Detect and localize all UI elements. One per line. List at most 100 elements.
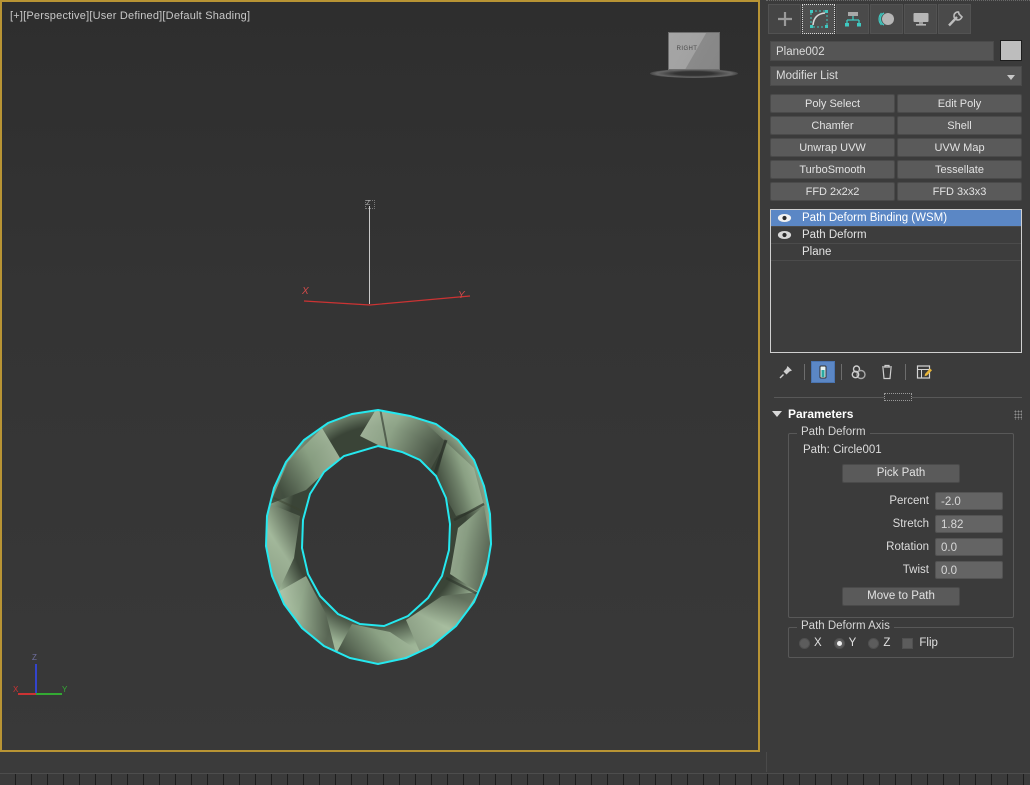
track-bar-tick[interactable] xyxy=(976,774,992,785)
track-bar-tick[interactable] xyxy=(16,774,32,785)
deformed-ring-object[interactable] xyxy=(260,406,496,668)
panel-resize-grip[interactable] xyxy=(884,393,912,401)
stretch-input[interactable]: 1.82 xyxy=(935,515,1003,533)
modifier-list-dropdown[interactable]: Modifier List xyxy=(770,66,1022,86)
eye-icon[interactable] xyxy=(771,230,798,240)
track-bar-tick[interactable] xyxy=(320,774,336,785)
axis-radio-x[interactable] xyxy=(799,637,810,649)
track-bar-tick[interactable] xyxy=(528,774,544,785)
track-bar-tick[interactable] xyxy=(960,774,976,785)
track-bar-tick[interactable] xyxy=(896,774,912,785)
track-bar-tick[interactable] xyxy=(544,774,560,785)
track-bar-tick[interactable] xyxy=(160,774,176,785)
track-bar-tick[interactable] xyxy=(368,774,384,785)
track-bar-tick[interactable] xyxy=(512,774,528,785)
modifier-button-uvw-map[interactable]: UVW Map xyxy=(897,138,1022,157)
track-bar-tick[interactable] xyxy=(112,774,128,785)
track-bar-tick[interactable] xyxy=(640,774,656,785)
object-color-swatch[interactable] xyxy=(1000,40,1022,61)
twist-input[interactable]: 0.0 xyxy=(935,561,1003,579)
track-bar-tick[interactable] xyxy=(592,774,608,785)
track-bar-tick[interactable] xyxy=(496,774,512,785)
gizmo-xy-plane[interactable] xyxy=(302,290,472,306)
track-bar-tick[interactable] xyxy=(992,774,1008,785)
track-bar-tick[interactable] xyxy=(432,774,448,785)
rotation-input[interactable]: 0.0 xyxy=(935,538,1003,556)
flip-checkbox[interactable] xyxy=(902,637,914,649)
track-bar-tick[interactable] xyxy=(864,774,880,785)
track-bar-tick[interactable] xyxy=(144,774,160,785)
track-bar-tick[interactable] xyxy=(416,774,432,785)
modifier-button-shell[interactable]: Shell xyxy=(897,116,1022,135)
track-bar-tick[interactable] xyxy=(1024,774,1030,785)
view-cube[interactable]: RIGHT xyxy=(650,28,738,90)
track-bar-tick[interactable] xyxy=(80,774,96,785)
track-bar-tick[interactable] xyxy=(400,774,416,785)
track-bar-tick[interactable] xyxy=(256,774,272,785)
view-cube-body[interactable]: RIGHT xyxy=(668,32,720,70)
panel-divider[interactable] xyxy=(774,391,1022,403)
track-bar-tick[interactable] xyxy=(880,774,896,785)
track-bar-tick[interactable] xyxy=(0,774,16,785)
rollout-collapse-icon[interactable] xyxy=(772,411,782,417)
track-bar-tick[interactable] xyxy=(768,774,784,785)
show-end-result-button[interactable] xyxy=(811,361,835,383)
track-bar-tick[interactable] xyxy=(912,774,928,785)
transform-gizmo[interactable]: Z X Y xyxy=(302,198,472,308)
track-bar-tick[interactable] xyxy=(688,774,704,785)
axis-radio-y[interactable] xyxy=(833,637,845,649)
modifier-button-ffd-2x2x2[interactable]: FFD 2x2x2 xyxy=(770,182,895,201)
pick-path-button[interactable]: Pick Path xyxy=(842,464,960,483)
track-bar-tick[interactable] xyxy=(928,774,944,785)
track-bar-tick[interactable] xyxy=(848,774,864,785)
track-bar-tick[interactable] xyxy=(240,774,256,785)
percent-input[interactable]: -2.0 xyxy=(935,492,1003,510)
track-bar-tick[interactable] xyxy=(624,774,640,785)
create-tab[interactable] xyxy=(768,4,801,34)
modifier-button-unwrap-uvw[interactable]: Unwrap UVW xyxy=(770,138,895,157)
motion-tab[interactable] xyxy=(870,4,903,34)
track-bar-tick[interactable] xyxy=(272,774,288,785)
track-bar-tick[interactable] xyxy=(736,774,752,785)
stack-item-plane[interactable]: Plane xyxy=(771,244,1021,261)
track-bar-tick[interactable] xyxy=(32,774,48,785)
track-bar-tick[interactable] xyxy=(672,774,688,785)
track-bar-tick[interactable] xyxy=(800,774,816,785)
track-bar-tick[interactable] xyxy=(704,774,720,785)
parameters-rollout-header[interactable]: Parameters xyxy=(766,403,1030,424)
track-bar-tick[interactable] xyxy=(48,774,64,785)
modifier-button-poly-select[interactable]: Poly Select xyxy=(770,94,895,113)
track-bar-tick[interactable] xyxy=(752,774,768,785)
track-bar-tick[interactable] xyxy=(304,774,320,785)
track-bar-tick[interactable] xyxy=(944,774,960,785)
eye-icon[interactable] xyxy=(771,213,798,223)
stack-item-path-deform-binding[interactable]: Path Deform Binding (WSM) xyxy=(771,210,1021,227)
track-bar-tick[interactable] xyxy=(64,774,80,785)
track-bar-tick[interactable] xyxy=(560,774,576,785)
hierarchy-tab[interactable] xyxy=(836,4,869,34)
configure-modifier-sets-button[interactable] xyxy=(912,361,936,383)
modifier-button-edit-poly[interactable]: Edit Poly xyxy=(897,94,1022,113)
pin-stack-button[interactable] xyxy=(774,361,798,383)
display-tab[interactable] xyxy=(904,4,937,34)
track-bar-tick[interactable] xyxy=(384,774,400,785)
track-bar-tick[interactable] xyxy=(464,774,480,785)
move-to-path-button[interactable]: Move to Path xyxy=(842,587,960,606)
modifier-button-ffd-3x3x3[interactable]: FFD 3x3x3 xyxy=(897,182,1022,201)
track-bar-tick[interactable] xyxy=(576,774,592,785)
rollout-grip-dots[interactable] xyxy=(1014,410,1022,420)
track-bar-tick[interactable] xyxy=(224,774,240,785)
track-bar-tick[interactable] xyxy=(176,774,192,785)
make-unique-button[interactable] xyxy=(848,361,872,383)
track-bar-tick[interactable] xyxy=(656,774,672,785)
track-bar-tick[interactable] xyxy=(784,774,800,785)
track-bar-tick[interactable] xyxy=(720,774,736,785)
track-bar-tick[interactable] xyxy=(288,774,304,785)
stack-item-path-deform[interactable]: Path Deform xyxy=(771,227,1021,244)
track-bar-tick[interactable] xyxy=(608,774,624,785)
modifier-button-turbosmooth[interactable]: TurboSmooth xyxy=(770,160,895,179)
track-bar-tick[interactable] xyxy=(208,774,224,785)
remove-modifier-button[interactable] xyxy=(875,361,899,383)
track-bar[interactable] xyxy=(0,773,1030,785)
track-bar-tick[interactable] xyxy=(128,774,144,785)
